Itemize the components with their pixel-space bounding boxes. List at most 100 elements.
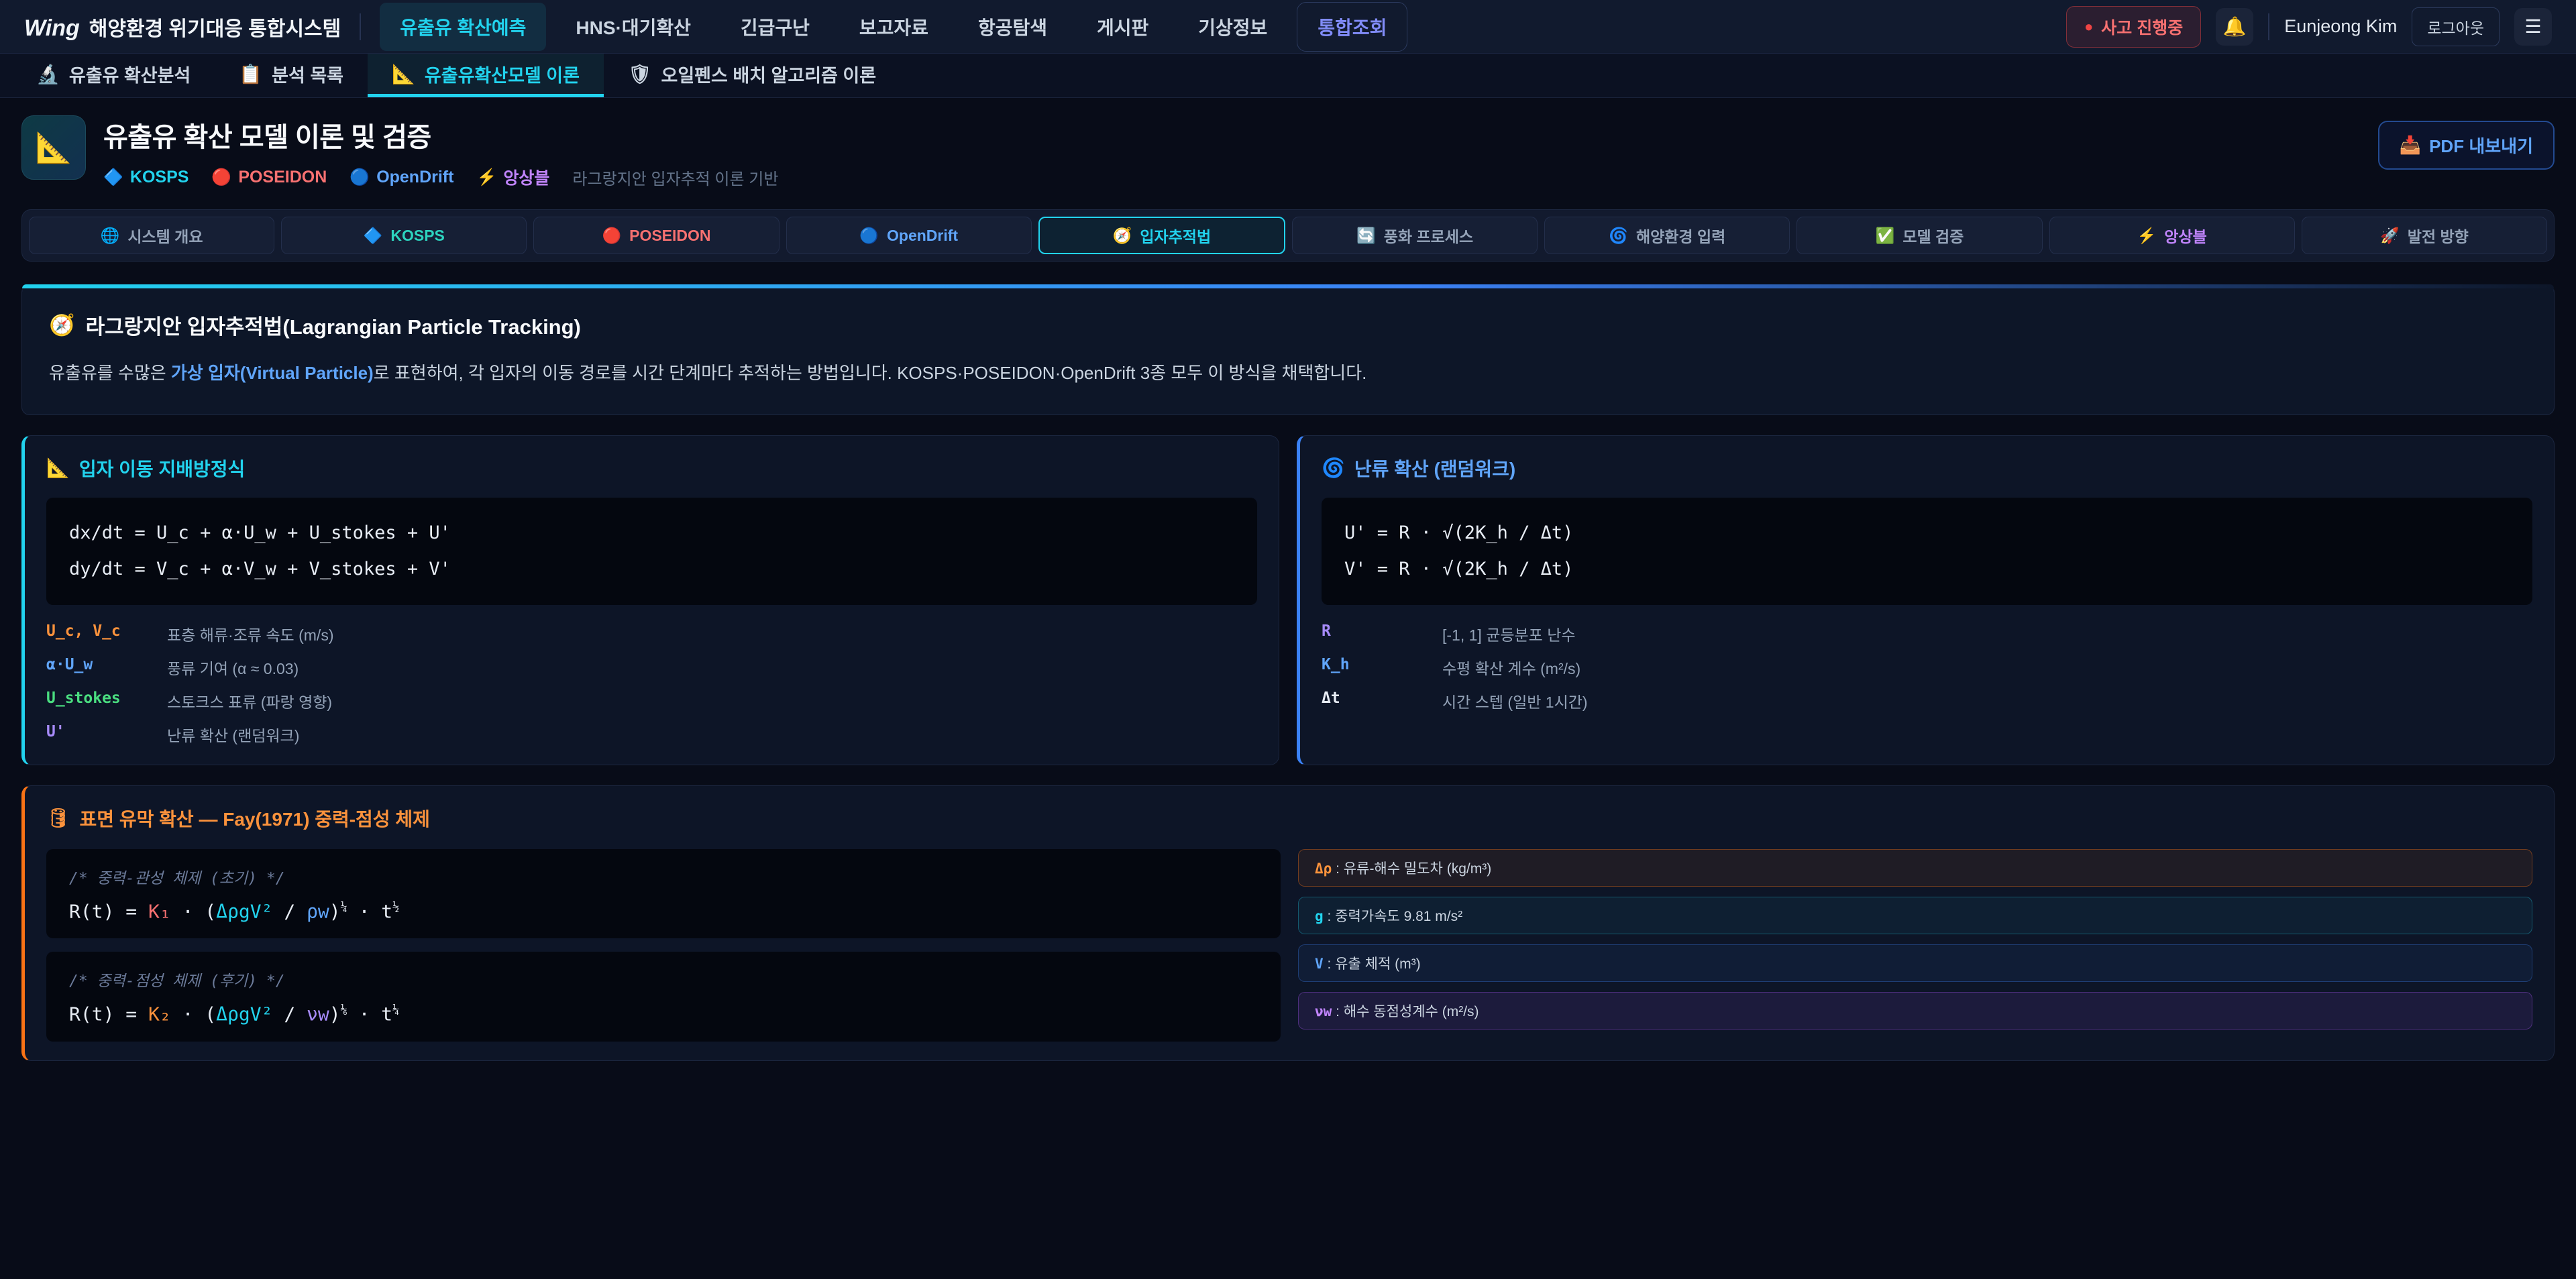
sub-tab[interactable]: 📐 유출유확산모델 이론 [368, 54, 604, 97]
model-badge-icon: ⚡ [476, 168, 496, 187]
param-symbol: νw [1315, 1003, 1332, 1019]
formula-token: ⅙ [341, 1003, 347, 1016]
turbulence-code-block: U' = R · √(2K_h / Δt)V' = R · √(2K_h / Δ… [1322, 498, 2532, 605]
section-pill-label: 입자추적법 [1140, 224, 1211, 247]
app-logo: Wing 해양환경 위기대응 통합시스템 [24, 12, 341, 42]
section-nav-pill[interactable]: 🔵 OpenDrift [786, 217, 1032, 254]
section-nav: 🌐 시스템 개요 🔷 KOSPS 🔴 POSEIDON 🔵 OpenDrift … [21, 209, 2555, 262]
code-line: dy/dt = V_c + α·V_w + V_stokes + V' [69, 551, 1234, 588]
topnav-item-label: 항공탐색 [978, 17, 1047, 38]
intro-description: 유출유를 수많은 가상 입자(Virtual Particle)로 표현하여, … [49, 359, 2527, 388]
intro-title-text: 라그랑지안 입자추적법(Lagrangian Particle Tracking… [86, 310, 581, 340]
sub-tab-row: 🔬 유출유 확산분석 📋 분석 목록 📐 유출유확산모델 이론 🛡 오일펜스 배… [0, 54, 2576, 98]
section-nav-pill[interactable]: 🧭 입자추적법 [1038, 217, 1285, 254]
bell-icon: 🔔 [2223, 15, 2247, 38]
intro-callout: 🧭 라그랑지안 입자추적법(Lagrangian Particle Tracki… [21, 284, 2555, 415]
legend-term: U_stokes [46, 689, 160, 712]
model-badge-label: KOSPS [130, 168, 189, 187]
topnav-item-label: 긴급구난 [741, 17, 810, 38]
model-badge: ⚡ 앙상블 [476, 165, 549, 189]
status-badge-label: 사고 진행중 [2101, 15, 2183, 39]
legend-description: 표층 해류·조류 속도 (m/s) [167, 622, 1257, 645]
model-badge-row: 라그랑지안 입자추적 이론 기반 🔷 KOSPS 🔴 POSEIDON 🔵 Op… [103, 165, 2361, 189]
sub-tab[interactable]: 🔬 유출유 확산분석 [12, 54, 215, 97]
section-pill-label: 발전 방향 [2408, 224, 2469, 247]
divider [360, 13, 361, 40]
fay-comment: /* 중력-점성 체제 (후기) */ [69, 968, 1258, 991]
formula-token: ΔρgV² [216, 1003, 272, 1025]
fay-grid: /* 중력-관성 체제 (초기) */ R(t) = K₁ · (ΔρgV² /… [46, 849, 2532, 1042]
sub-tab[interactable]: 🛡 오일펜스 배치 알고리즘 이론 [604, 54, 900, 97]
section-nav-pill[interactable]: 🌐 시스템 개요 [29, 217, 274, 254]
topnav-item-label: 유출유 확산예측 [400, 17, 526, 38]
topnav-item[interactable]: 긴급구난 [720, 3, 830, 51]
logo-mark: Wing [24, 15, 80, 42]
notification-bell-button[interactable]: 🔔 [2216, 8, 2253, 46]
hamburger-menu-button[interactable]: ☰ [2514, 8, 2552, 46]
topnav-item[interactable]: 통합조회 [1297, 2, 1407, 52]
section-nav-pill[interactable]: 🔴 POSEIDON [533, 217, 779, 254]
tab-icon: 📋 [239, 63, 262, 85]
legend-term: U' [46, 723, 160, 746]
formula-token: R(t) = [69, 1003, 148, 1025]
model-badge-icon: 🔷 [103, 168, 123, 187]
model-badge-icon: 🔵 [350, 168, 370, 187]
formula-token: ρw [307, 900, 329, 922]
governing-equation-card: 📐 입자 이동 지배방정식 dx/dt = U_c + α·U_w + U_st… [21, 435, 1279, 765]
topnav-item[interactable]: 게시판 [1077, 3, 1169, 51]
triangle-ruler-icon: 📐 [46, 457, 70, 479]
intro-title: 🧭 라그랑지안 입자추적법(Lagrangian Particle Tracki… [49, 310, 2527, 340]
legend-term: Δt [1322, 689, 1436, 712]
section-pill-icon: 🌀 [1609, 227, 1628, 245]
tab-label: 유출유확산모델 이론 [425, 61, 580, 87]
section-pill-icon: 🧭 [1113, 227, 1132, 245]
section-nav-pill[interactable]: 🔄 풍화 프로세스 [1292, 217, 1538, 254]
formula-token: · t [347, 900, 392, 922]
intro-desc-pre: 유출유를 수많은 [49, 363, 171, 383]
cyclone-icon: 🌀 [1322, 457, 1345, 479]
topnav-item[interactable]: 유출유 확산예측 [380, 3, 546, 51]
topnav-item-label: HNS·대기확산 [576, 17, 690, 38]
turbulence-legend: R [-1, 1] 균등분포 난수 K_h 수평 확산 계수 (m²/s) Δt… [1322, 622, 2532, 712]
section-nav-pill[interactable]: ✅ 모델 검증 [1796, 217, 2042, 254]
param-symbol: Δρ [1315, 860, 1332, 877]
legend-term: K_h [1322, 656, 1436, 679]
code-line: dx/dt = U_c + α·U_w + U_stokes + U' [69, 515, 1234, 551]
pdf-export-button[interactable]: 📥 PDF 내보내기 [2378, 121, 2555, 170]
model-badge-label: OpenDrift [376, 168, 453, 187]
topnav-item[interactable]: 항공탐색 [958, 3, 1067, 51]
turbulence-card: 🌀 난류 확산 (랜덤워크) U' = R · √(2K_h / Δt)V' =… [1297, 435, 2555, 765]
legend-description: 수평 확산 계수 (m²/s) [1442, 656, 2532, 679]
user-name: Eunjeong Kim [2284, 16, 2397, 37]
topnav-item[interactable]: 보고자료 [839, 3, 949, 51]
compass-icon: 🧭 [49, 313, 75, 337]
governing-card-title: 📐 입자 이동 지배방정식 [46, 455, 1257, 482]
legend-term: U_c, V_c [46, 622, 160, 645]
topnav-item[interactable]: HNS·대기확산 [555, 3, 710, 51]
fay-card-title-text: 표면 유막 확산 — Fay(1971) 중력-점성 체제 [80, 805, 430, 832]
model-badge-label: 앙상블 [503, 165, 549, 189]
governing-code-block: dx/dt = U_c + α·U_w + U_stokes + U'dy/dt… [46, 498, 1257, 605]
section-nav-pill[interactable]: 🌀 해양환경 입력 [1544, 217, 1790, 254]
topnav-item-label: 보고자료 [859, 17, 928, 38]
fay-comment: /* 중력-관성 체제 (초기) */ [69, 865, 1258, 888]
fay-code-block: /* 중력-관성 체제 (초기) */ R(t) = K₁ · (ΔρgV² /… [46, 849, 1281, 938]
section-nav-pill[interactable]: 🔷 KOSPS [281, 217, 527, 254]
governing-legend: U_c, V_c 표층 해류·조류 속도 (m/s) α·U_w 풍류 기여 (… [46, 622, 1257, 746]
incident-status-badge: ● 사고 진행중 [2066, 6, 2201, 48]
sub-tab[interactable]: 📋 분석 목록 [215, 54, 368, 97]
topnav: 유출유 확산예측 HNS·대기확산 긴급구난 보고자료 항공탐색 게시판기상정보통합조회 [380, 2, 2047, 52]
fay-code-block: /* 중력-점성 체제 (후기) */ R(t) = K₂ · (ΔρgV² /… [46, 952, 1281, 1041]
formula-token: K₂ [148, 1003, 171, 1025]
pdf-icon: 📥 [2400, 135, 2421, 156]
tab-icon: 🔬 [36, 63, 60, 85]
formula-token: · t [347, 1003, 392, 1025]
logout-button[interactable]: 로그아웃 [2412, 7, 2500, 46]
oil-barrel-icon: 🛢 [46, 807, 70, 829]
section-nav-pill[interactable]: ⚡ 앙상블 [2049, 217, 2295, 254]
topnav-item[interactable]: 기상정보 [1178, 3, 1287, 51]
formula-token: / [272, 1003, 307, 1025]
pdf-export-label: PDF 내보내기 [2429, 133, 2533, 158]
section-nav-pill[interactable]: 🚀 발전 방향 [2302, 217, 2547, 254]
section-pill-label: OpenDrift [887, 227, 958, 245]
